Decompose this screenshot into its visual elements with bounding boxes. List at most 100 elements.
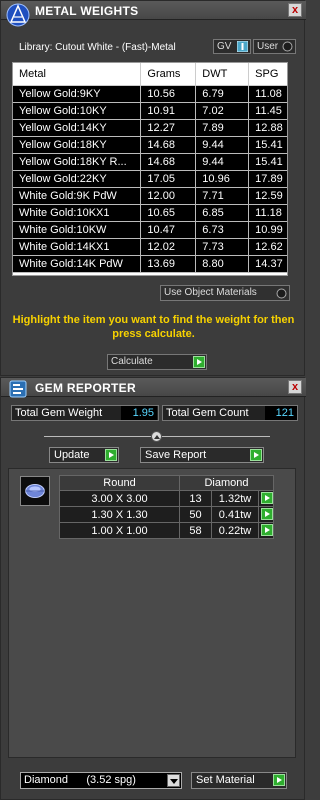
metal-weights-panel: METAL WEIGHTS x Library: Cutout White - … xyxy=(0,0,306,376)
library-label: Library: Cutout White - (Fast)-Metal xyxy=(19,42,176,53)
metal-table-row[interactable]: Yellow Gold:10KY 10.91 7.02 11.45 xyxy=(13,102,287,120)
metal-table-row[interactable]: White Gold:14KX1 12.02 7.73 12.62 xyxy=(13,238,287,256)
set-material-label: Set Material xyxy=(196,774,255,786)
gem-table-row[interactable]: 1.30 X 1.30 50 0.41tw xyxy=(59,506,274,523)
save-report-button[interactable]: Save Report xyxy=(140,447,264,463)
use-object-materials-toggle[interactable]: Use Object Materials xyxy=(160,285,290,301)
toggle-on-icon xyxy=(237,41,248,52)
toggle-off-icon xyxy=(276,288,287,299)
gem-weight-cell: 0.41tw xyxy=(211,506,259,523)
dwt-cell: 7.89 xyxy=(195,119,250,137)
metal-weights-header: METAL WEIGHTS x xyxy=(1,1,306,27)
play-arrow-icon xyxy=(193,356,205,368)
metal-name-cell: White Gold:10KW xyxy=(13,221,142,239)
grams-cell: 10.47 xyxy=(140,221,197,239)
calculate-button[interactable]: Calculate xyxy=(107,354,207,370)
dwt-cell: 8.80 xyxy=(195,255,250,273)
play-arrow-icon xyxy=(261,524,273,536)
spg-cell: 12.59 xyxy=(248,187,287,205)
metal-name-cell: White Gold:14KX1 xyxy=(13,238,142,256)
gem-count-cell: 13 xyxy=(179,490,212,507)
dwt-cell: 7.02 xyxy=(195,102,250,120)
column-header-grams[interactable]: Grams xyxy=(140,63,197,86)
column-header-metal[interactable]: Metal xyxy=(13,63,142,86)
gem-row-select-button[interactable] xyxy=(258,506,274,523)
metal-table-row[interactable]: White Gold:9K PdW 12.00 7.71 12.59 xyxy=(13,187,287,205)
dwt-cell: 9.44 xyxy=(195,136,250,154)
grams-cell: 10.65 xyxy=(140,204,197,222)
gem-list-area: Round Diamond 3.00 X 3.00 13 1.32tw 1.30 X … xyxy=(8,468,296,758)
update-button[interactable]: Update xyxy=(49,447,119,463)
metal-table-row[interactable]: Yellow Gold:22KY 17.05 10.96 17.89 xyxy=(13,170,287,188)
spg-cell: 17.89 xyxy=(248,170,287,188)
save-report-label: Save Report xyxy=(145,449,207,461)
metal-name-cell: White Gold:14K PdW xyxy=(13,255,142,273)
metal-weights-logo-icon xyxy=(6,3,30,27)
dwt-cell: 7.71 xyxy=(195,187,250,205)
gem-row-select-button[interactable] xyxy=(258,522,274,539)
grams-cell: 12.02 xyxy=(140,238,197,256)
gem-count-cell: 50 xyxy=(179,506,212,523)
spg-cell: 10.99 xyxy=(248,221,287,239)
material-select[interactable]: Diamond (3.52 spg) xyxy=(20,772,182,789)
collapse-up-icon[interactable] xyxy=(151,431,162,442)
metal-table-row[interactable]: White Gold:10KX1 10.65 6.85 11.18 xyxy=(13,204,287,222)
total-gem-weight-value: 1.95 xyxy=(121,406,157,420)
metal-table-row[interactable]: Yellow Gold:14KY 12.27 7.89 12.88 xyxy=(13,119,287,137)
grams-cell: 13.69 xyxy=(140,255,197,273)
spg-cell: 15.41 xyxy=(248,153,287,171)
total-gem-count-value: 121 xyxy=(265,406,297,420)
gem-reporter-header: GEM REPORTER x xyxy=(1,378,306,398)
column-header-dwt[interactable]: DWT xyxy=(195,63,250,86)
play-arrow-icon xyxy=(105,449,117,461)
play-arrow-icon xyxy=(261,492,273,504)
gem-reporter-panel: GEM REPORTER x Total Gem Weight 1.95 Tot… xyxy=(0,377,306,800)
total-gem-weight-label: Total Gem Weight xyxy=(15,407,103,419)
metal-table-row[interactable]: White Gold:14K PdW 13.69 8.80 14.37 xyxy=(13,255,287,273)
instruction-text: Highlight the item you want to find the … xyxy=(12,314,295,340)
metal-name-cell: White Gold:10KX1 xyxy=(13,204,142,222)
column-header-spg[interactable]: SPG xyxy=(248,63,287,86)
material-select-value: Diamond (3.52 spg) xyxy=(24,774,136,786)
dwt-cell: 6.79 xyxy=(195,85,250,103)
gem-table: Round Diamond 3.00 X 3.00 13 1.32tw 1.30 X … xyxy=(59,475,274,539)
metal-table-row[interactable]: Yellow Gold:9KY 10.56 6.79 11.08 xyxy=(13,85,287,103)
user-toggle[interactable]: User xyxy=(253,39,296,54)
play-arrow-icon xyxy=(250,449,262,461)
use-object-materials-label: Use Object Materials xyxy=(164,287,257,298)
gem-row-select-button[interactable] xyxy=(258,490,274,507)
dwt-cell: 6.85 xyxy=(195,204,250,222)
gem-count-cell: 58 xyxy=(179,522,212,539)
grams-cell: 14.68 xyxy=(140,136,197,154)
spg-cell: 12.88 xyxy=(248,119,287,137)
shape-header: Round xyxy=(59,475,180,491)
gem-weight-cell: 1.32tw xyxy=(211,490,259,507)
gem-table-row[interactable]: 1.00 X 1.00 58 0.22tw xyxy=(59,522,274,539)
gem-size-cell: 1.30 X 1.30 xyxy=(59,506,180,523)
metal-weights-close-button[interactable]: x xyxy=(288,3,302,17)
grams-cell: 12.00 xyxy=(140,187,197,205)
toggle-off-icon xyxy=(282,41,293,52)
gem-reporter-close-button[interactable]: x xyxy=(288,380,302,394)
gem-size-cell: 1.00 X 1.00 xyxy=(59,522,180,539)
spg-cell: 14.37 xyxy=(248,255,287,273)
metal-table-row[interactable]: Yellow Gold:18KY R... 14.68 9.44 15.41 xyxy=(13,153,287,171)
metal-name-cell: Yellow Gold:18KY xyxy=(13,136,142,154)
metal-table-row[interactable]: Yellow Gold:18KY 14.68 9.44 15.41 xyxy=(13,136,287,154)
gem-table-row[interactable]: 3.00 X 3.00 13 1.32tw xyxy=(59,490,274,507)
gem-size-cell: 3.00 X 3.00 xyxy=(59,490,180,507)
play-arrow-icon xyxy=(261,508,273,520)
metal-name-cell: Yellow Gold:22KY xyxy=(13,170,142,188)
gv-toggle[interactable]: GV xyxy=(213,39,251,54)
metal-name-cell: Yellow Gold:10KY xyxy=(13,102,142,120)
dwt-cell: 7.73 xyxy=(195,238,250,256)
spg-cell: 11.45 xyxy=(248,102,287,120)
set-material-button[interactable]: Set Material xyxy=(191,772,287,789)
spg-cell: 12.62 xyxy=(248,238,287,256)
round-diamond-icon[interactable] xyxy=(20,476,50,506)
metal-name-cell: Yellow Gold:14KY xyxy=(13,119,142,137)
spg-cell: 11.18 xyxy=(248,204,287,222)
gem-table-header-row: Round Diamond xyxy=(59,475,274,491)
metal-table-row[interactable]: White Gold:10KW 10.47 6.73 10.99 xyxy=(13,221,287,239)
metal-table: Metal Grams DWT SPG Yellow Gold:9KY 10.56… xyxy=(12,62,288,276)
